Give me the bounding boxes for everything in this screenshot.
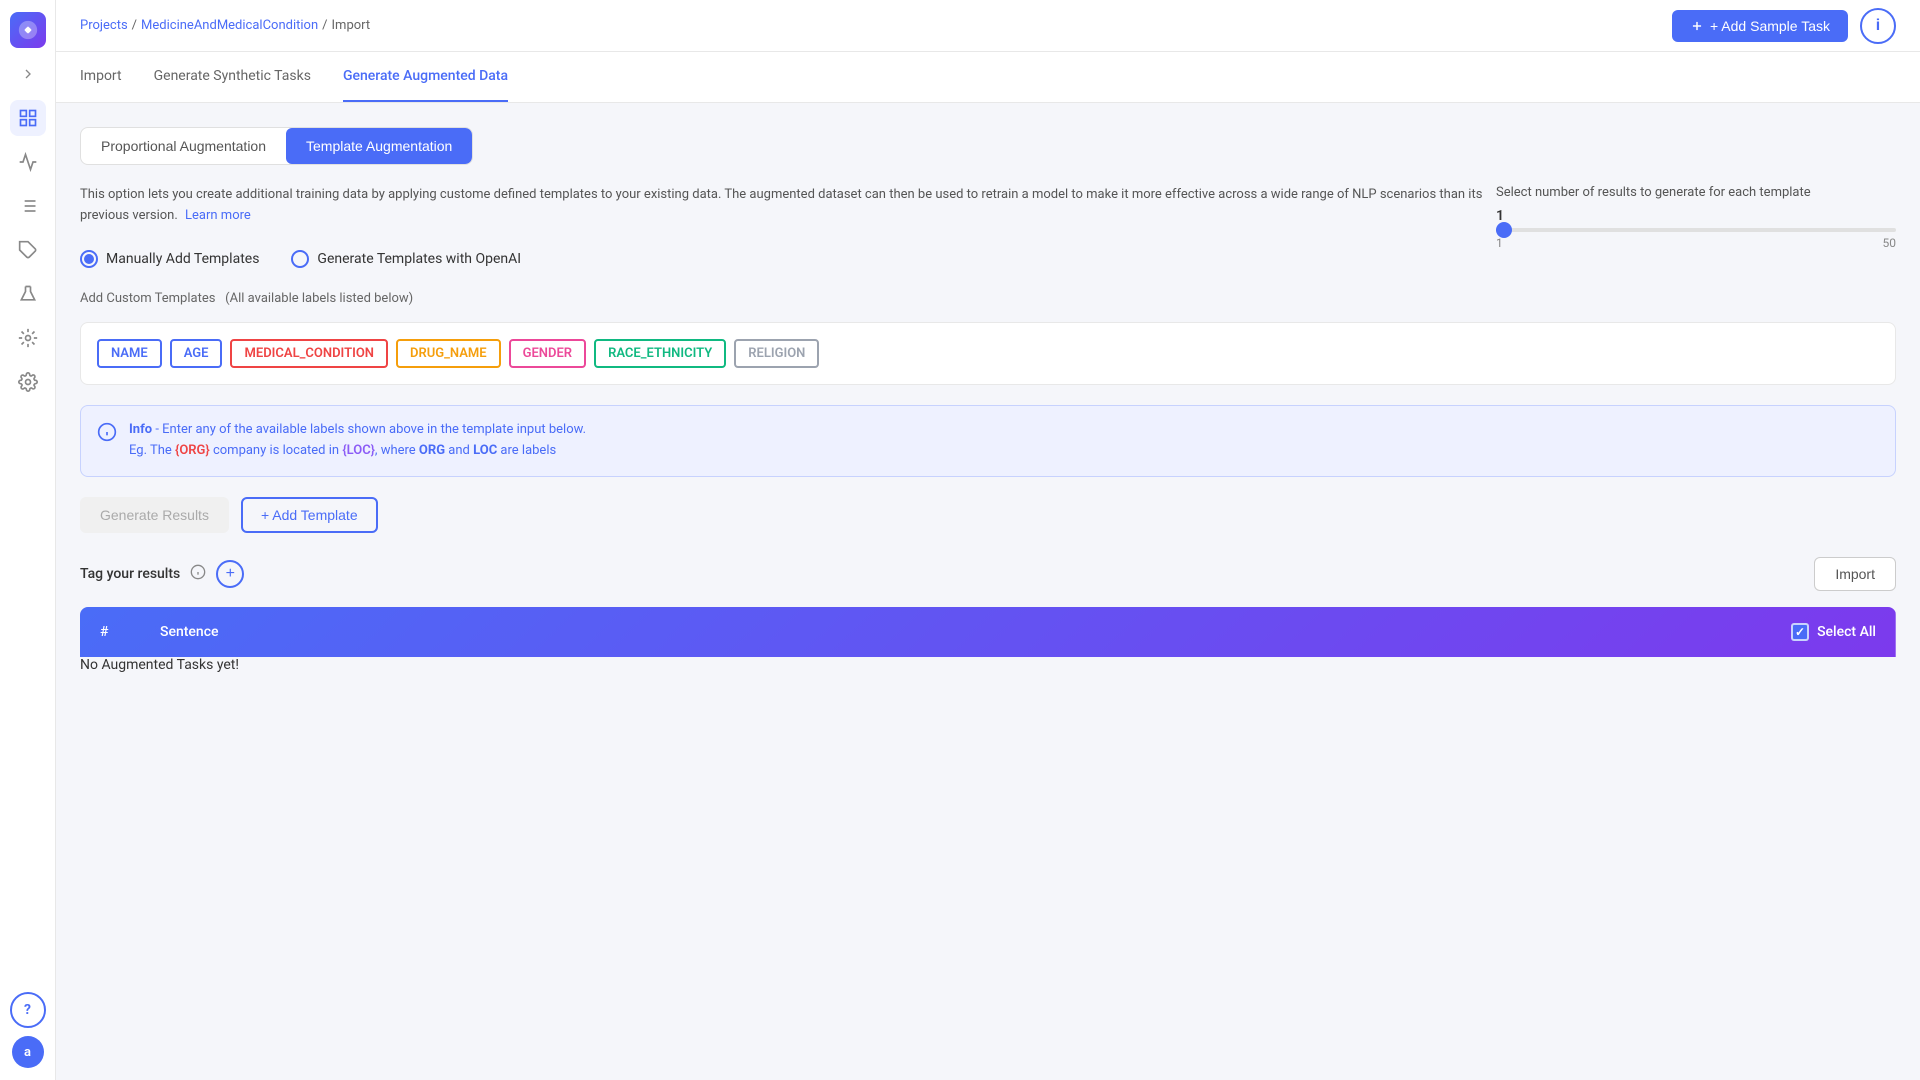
slider-current-value: 1 bbox=[1496, 208, 1896, 224]
tab-import[interactable]: Import bbox=[80, 52, 122, 102]
slider-min: 1 bbox=[1496, 236, 1503, 250]
tag-add-button[interactable]: + bbox=[216, 560, 244, 588]
info-box-text: Info - Enter any of the available labels… bbox=[129, 420, 586, 462]
table-col-sentence: Sentence bbox=[140, 607, 914, 657]
header-actions: + Add Sample Task i bbox=[1672, 8, 1896, 44]
page-header: Projects / MedicineAndMedicalCondition /… bbox=[56, 0, 1920, 52]
label-age[interactable]: AGE bbox=[170, 339, 223, 368]
slider-thumb bbox=[1496, 222, 1512, 238]
sidebar-item-dashboard[interactable] bbox=[10, 100, 46, 136]
augmentation-tabs: Proportional Augmentation Template Augme… bbox=[80, 127, 473, 165]
breadcrumb: Projects / MedicineAndMedicalCondition /… bbox=[80, 18, 370, 33]
generate-results-button: Generate Results bbox=[80, 497, 229, 533]
sidebar-item-tag[interactable] bbox=[10, 232, 46, 268]
table-col-select-all[interactable]: Select All bbox=[914, 607, 1896, 657]
table-col-hash: # bbox=[80, 607, 140, 657]
sidebar: ? a bbox=[0, 0, 56, 1080]
labels-row: NAME AGE MEDICAL_CONDITION DRUG_NAME GEN… bbox=[80, 322, 1896, 385]
tag-results-info-icon bbox=[190, 564, 206, 584]
add-template-button[interactable]: + Add Template bbox=[241, 497, 378, 533]
app-container: ? a Projects / MedicineAndMedicalConditi… bbox=[0, 0, 1920, 1080]
radio-label-manual: Manually Add Templates bbox=[106, 251, 259, 267]
page-body: Proportional Augmentation Template Augme… bbox=[56, 103, 1920, 1080]
add-sample-task-button[interactable]: + Add Sample Task bbox=[1672, 10, 1848, 42]
action-buttons-row: Generate Results + Add Template bbox=[80, 497, 1896, 533]
sidebar-item-list[interactable] bbox=[10, 188, 46, 224]
sidebar-item-beaker[interactable] bbox=[10, 276, 46, 312]
radio-generate-with-openai[interactable]: Generate Templates with OpenAI bbox=[291, 250, 521, 268]
tag-results-label: Tag your results bbox=[80, 566, 180, 582]
import-button[interactable]: Import bbox=[1814, 557, 1896, 591]
slider-max: 50 bbox=[1883, 236, 1897, 250]
breadcrumb-projects[interactable]: Projects bbox=[80, 18, 128, 33]
slider-range: 1 50 bbox=[1496, 236, 1896, 250]
select-all-checkbox[interactable] bbox=[1791, 623, 1809, 641]
breadcrumb-sep2: / bbox=[322, 18, 327, 33]
label-medical-condition[interactable]: MEDICAL_CONDITION bbox=[230, 339, 388, 368]
tab-proportional-augmentation[interactable]: Proportional Augmentation bbox=[81, 128, 286, 164]
table-body: No Augmented Tasks yet! bbox=[80, 657, 1896, 673]
breadcrumb-current: Import bbox=[332, 18, 371, 33]
info-box: Info - Enter any of the available labels… bbox=[80, 405, 1896, 477]
user-avatar[interactable]: a bbox=[12, 1036, 44, 1068]
sidebar-toggle[interactable] bbox=[18, 64, 38, 84]
slider-container bbox=[1496, 228, 1896, 232]
sidebar-item-tools[interactable] bbox=[10, 320, 46, 356]
sidebar-bottom: ? a bbox=[10, 992, 46, 1068]
table-header: # Sentence Select All bbox=[80, 607, 1896, 657]
learn-more-link[interactable]: Learn more bbox=[185, 208, 251, 223]
label-gender[interactable]: GENDER bbox=[509, 339, 586, 368]
help-icon[interactable]: ? bbox=[10, 992, 46, 1028]
empty-state-row: No Augmented Tasks yet! bbox=[80, 657, 1896, 673]
sidebar-item-settings[interactable] bbox=[10, 364, 46, 400]
tag-results-row: Tag your results + Import bbox=[80, 557, 1896, 591]
label-race-ethnicity[interactable]: RACE_ETHNICITY bbox=[594, 339, 726, 368]
radio-group: Manually Add Templates Generate Template… bbox=[80, 250, 1896, 268]
label-drug-name[interactable]: DRUG_NAME bbox=[396, 339, 501, 368]
nav-tabs-bar: Import Generate Synthetic Tasks Generate… bbox=[56, 52, 1920, 103]
info-button[interactable]: i bbox=[1860, 8, 1896, 44]
radio-circle-manual bbox=[80, 250, 98, 268]
slider-section: Select number of results to generate for… bbox=[1496, 185, 1896, 250]
slider-label: Select number of results to generate for… bbox=[1496, 185, 1896, 200]
radio-label-openai: Generate Templates with OpenAI bbox=[317, 251, 521, 267]
app-logo bbox=[10, 12, 46, 48]
label-religion[interactable]: RELIGION bbox=[734, 339, 819, 368]
results-table: # Sentence Select All No Augmented Tasks… bbox=[80, 607, 1896, 673]
custom-templates-title: Add Custom Templates (All available labe… bbox=[80, 288, 1896, 306]
info-example-text: Eg. The {ORG} company is located in {LOC… bbox=[129, 441, 586, 462]
empty-state-message: No Augmented Tasks yet! bbox=[80, 657, 1896, 673]
select-all-label: Select All bbox=[1817, 624, 1876, 640]
plus-icon bbox=[1690, 19, 1704, 33]
breadcrumb-sep1: / bbox=[132, 18, 137, 33]
tab-generate-augmented[interactable]: Generate Augmented Data bbox=[343, 52, 508, 102]
radio-circle-openai bbox=[291, 250, 309, 268]
tab-template-augmentation[interactable]: Template Augmentation bbox=[286, 128, 472, 164]
slider-track bbox=[1496, 228, 1896, 232]
sidebar-item-stats[interactable] bbox=[10, 144, 46, 180]
description-section: Select number of results to generate for… bbox=[80, 185, 1896, 250]
tab-generate-synthetic[interactable]: Generate Synthetic Tasks bbox=[154, 52, 311, 102]
info-circle-icon bbox=[97, 422, 117, 447]
breadcrumb-project-name[interactable]: MedicineAndMedicalCondition bbox=[141, 18, 318, 33]
label-name[interactable]: NAME bbox=[97, 339, 162, 368]
radio-manually-add-templates[interactable]: Manually Add Templates bbox=[80, 250, 259, 268]
info-main-text: Info - Enter any of the available labels… bbox=[129, 420, 586, 441]
main-content: Projects / MedicineAndMedicalCondition /… bbox=[56, 0, 1920, 1080]
